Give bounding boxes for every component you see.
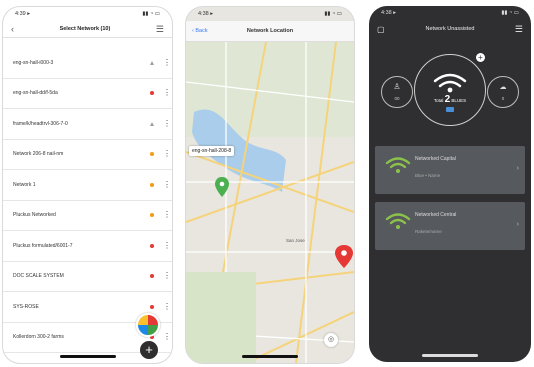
card-title: Networked Capital	[415, 156, 456, 162]
home-indicator	[59, 355, 116, 358]
right-node-label: 0	[501, 96, 505, 101]
status-bar: 4:38 ▸ ▮▮ ◔ ▭	[381, 10, 519, 16]
map-navbar: Network Location ‹ Back	[186, 21, 354, 42]
hub-node[interactable]: Total 2 BLUES	[414, 54, 486, 126]
card-subtitle: Rakete/name	[415, 229, 442, 234]
wifi-icon	[385, 213, 411, 229]
status-bar: 4:39 ▸ ▮▮ ◔ ▭	[15, 11, 160, 17]
network-card[interactable]: Networked Capital Blue • Name ›	[375, 146, 525, 194]
more-options-icon[interactable]: ⋮	[163, 58, 171, 66]
warning-triangle-icon	[150, 121, 154, 126]
network-name: DOC SCALE SYSTEM	[13, 273, 64, 280]
more-options-icon[interactable]: ⋮	[163, 180, 171, 188]
network-name: eng-sn-hall-i000-3	[13, 59, 54, 66]
dashboard-screen: 4:38 ▸ ▮▮ ◔ ▭ Network Unassisted ▢ ☰ ♙ 00…	[369, 6, 531, 362]
network-name: SYS-ROSE	[13, 303, 39, 310]
status-dot-icon	[150, 213, 154, 218]
network-name: Pluckus formulated/6001-7	[13, 242, 73, 249]
square-icon[interactable]: ▢	[377, 25, 385, 34]
chevron-right-icon: ›	[516, 165, 519, 172]
add-network-button[interactable]: +	[140, 341, 158, 359]
status-dot-icon	[150, 243, 154, 248]
network-name: Pluckus Networked	[13, 212, 56, 219]
wifi-icon	[433, 73, 467, 112]
network-name: frame/k/headtrvl-306-7-0	[13, 120, 68, 127]
left-node-label: 00	[394, 96, 400, 101]
user-icon: ♙	[393, 82, 401, 91]
card-subtitle: Blue • Name	[415, 173, 441, 178]
right-node[interactable]: ☁ 0	[487, 76, 519, 108]
add-node-button[interactable]: +	[476, 53, 485, 62]
map-view[interactable]: San Jose ◎	[186, 41, 354, 363]
map-city-label: San Jose	[286, 238, 305, 243]
network-name: eng-sn-hall-dd/f-5da	[13, 90, 58, 97]
status-bar: 4:38 ▸ ▮▮ ◔ ▭	[198, 11, 342, 17]
status-dot-icon	[150, 182, 154, 187]
network-card[interactable]: Networked Central Rakete/name ›	[375, 202, 525, 250]
more-options-icon[interactable]: ⋮	[163, 302, 171, 310]
more-options-icon[interactable]: ⋮	[163, 272, 171, 280]
more-options-icon[interactable]: ⋮	[163, 241, 171, 249]
network-list-screen: 4:39 ▸ ▮▮ ◔ ▭ ‹ Select Network (10) ☰ eng…	[2, 6, 173, 364]
network-list: eng-sn-hall-i000-3 ⋮ eng-sn-hall-dd/f-5da ⋮…	[3, 48, 172, 353]
back-chevron-icon[interactable]: ‹	[11, 24, 14, 34]
my-location-button[interactable]: ◎	[324, 333, 338, 347]
left-node[interactable]: ♙ 00	[381, 76, 413, 108]
list-item[interactable]: Network 1 ⋮	[3, 170, 172, 201]
more-options-icon[interactable]: ⋮	[163, 150, 171, 158]
home-indicator	[242, 355, 298, 358]
list-item[interactable]: Pluckus Networked ⋮	[3, 201, 172, 231]
wifi-icon	[385, 157, 411, 173]
card-title: Networked Central	[415, 212, 457, 218]
network-name: Network 206-8 nail-nm	[13, 151, 64, 158]
status-dot-icon	[150, 91, 154, 96]
network-name: Network 1	[13, 181, 36, 188]
page-title: Network Location	[246, 28, 294, 34]
list-navbar: ‹ Select Network (10) ☰	[3, 21, 172, 38]
network-name: Kollerdorn 300-2 farms	[13, 334, 64, 341]
status-dot-icon	[150, 304, 154, 309]
menu-icon[interactable]: ☰	[156, 24, 164, 35]
map-screen: 4:38 ▸ ▮▮ ◔ ▭ Network Location ‹ Back San…	[185, 6, 355, 364]
page-title: Network Unassisted	[425, 26, 475, 32]
status-dot-icon	[150, 274, 154, 279]
summary-pie-icon[interactable]	[136, 313, 160, 337]
cloud-icon: ☁	[499, 84, 507, 91]
page-title: Select Network (10)	[59, 26, 111, 32]
more-options-icon[interactable]: ⋮	[163, 119, 171, 127]
list-item[interactable]: eng-sn-hall-dd/f-5da ⋮	[3, 79, 172, 109]
list-item[interactable]: Network 206-8 nail-nm ⋮	[3, 140, 172, 170]
pin-callout[interactable]: eng-sn-hall-208-8	[189, 146, 235, 156]
more-options-icon[interactable]: ⋮	[163, 89, 171, 97]
chevron-right-icon: ›	[516, 221, 519, 228]
back-button[interactable]: ‹ Back	[192, 28, 208, 34]
list-item[interactable]: DOC SCALE SYSTEM ⋮	[3, 262, 172, 292]
list-item[interactable]: Pluckus formulated/6001-7 ⋮	[3, 231, 172, 262]
map-canvas	[186, 41, 354, 363]
more-options-icon[interactable]: ⋮	[163, 333, 171, 341]
more-options-icon[interactable]: ⋮	[163, 211, 171, 219]
hub-count-line: Total 2 BLUES	[433, 94, 467, 105]
status-dot-icon	[150, 152, 154, 157]
warning-triangle-icon	[150, 60, 154, 65]
menu-icon[interactable]: ☰	[515, 24, 523, 35]
list-item[interactable]: frame/k/headtrvl-306-7-0 ⋮	[3, 109, 172, 140]
home-indicator	[422, 354, 478, 357]
list-item[interactable]: eng-sn-hall-i000-3 ⋮	[3, 48, 172, 79]
dashboard-topbar: Network Unassisted ▢ ☰	[369, 20, 531, 38]
